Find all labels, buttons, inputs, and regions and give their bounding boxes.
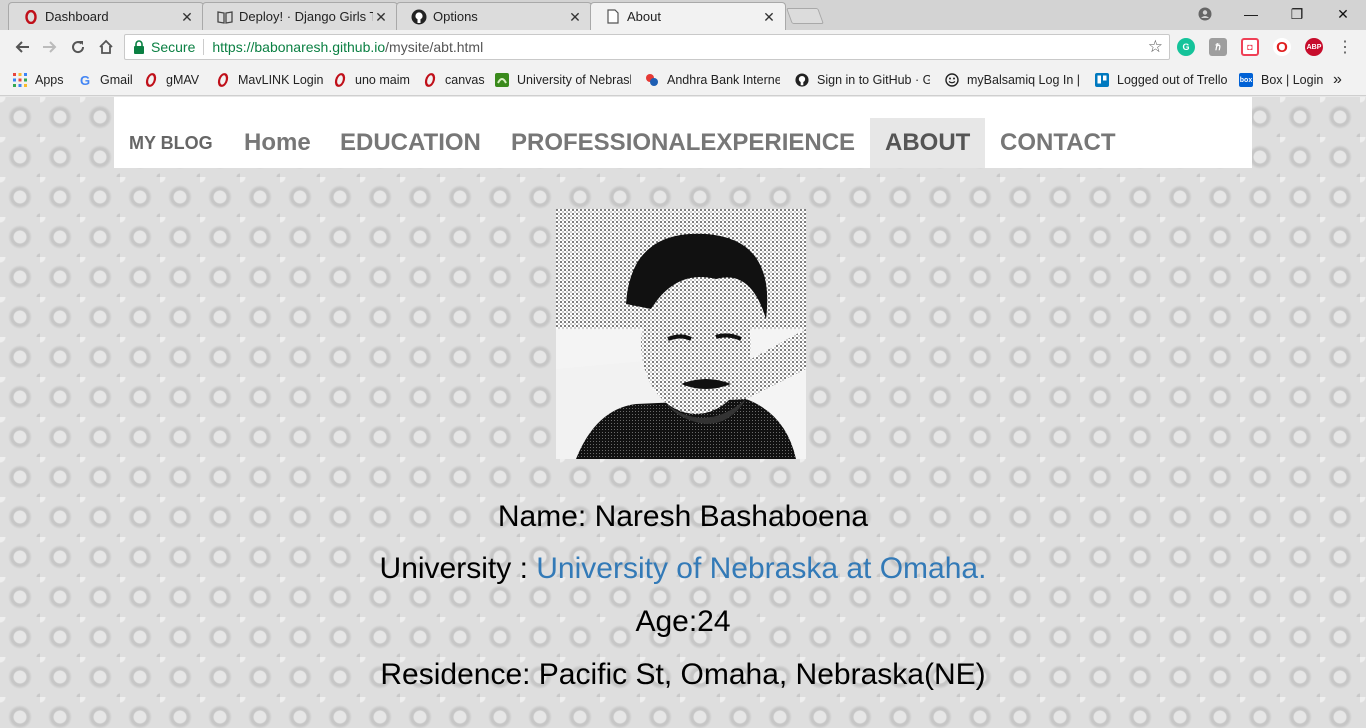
bookmark-label: MavLINK Login <box>238 73 324 87</box>
green-square-icon <box>495 73 509 87</box>
opera-o-icon <box>423 73 437 87</box>
tab-options[interactable]: Options ✕ <box>396 2 592 30</box>
bookmarks-bar: Apps G Gmail gMAV MavLINK Login uno maim… <box>0 64 1366 96</box>
bookmark-apps[interactable]: Apps <box>13 71 64 89</box>
home-button[interactable] <box>94 35 118 59</box>
box-icon: box <box>1239 73 1253 87</box>
bookmark-sign-in-github[interactable]: Sign in to GitHub · Gi <box>795 71 930 89</box>
bookmark-trello[interactable]: Logged out of Trello <box>1095 71 1228 89</box>
tab-dashboard[interactable]: Dashboard ✕ <box>8 2 204 30</box>
lock-icon <box>134 40 144 54</box>
nav-professional-experience[interactable]: PROFESSIONALEXPERIENCE <box>496 118 870 168</box>
opera-o-icon <box>333 73 347 87</box>
nav-home[interactable]: Home <box>229 118 326 168</box>
reload-button[interactable] <box>66 35 90 59</box>
close-icon[interactable]: ✕ <box>761 9 777 25</box>
nav-education[interactable]: EDUCATION <box>325 118 496 168</box>
bookmark-box-login[interactable]: box Box | Login <box>1239 71 1323 89</box>
nav-contact[interactable]: CONTACT <box>985 118 1131 168</box>
tab-title: Dashboard <box>45 9 109 24</box>
bookmarks-overflow-button[interactable]: » <box>1333 71 1342 89</box>
tab-title: Deploy! · Django Girls Tut <box>239 9 373 24</box>
profile-university: University : University of Nebraska at O… <box>0 552 1366 586</box>
bookmark-label: Logged out of Trello <box>1117 73 1228 87</box>
new-tab-button[interactable] <box>786 8 824 24</box>
bookmark-label: uno maim <box>355 73 410 87</box>
adblock-plus-extension-icon[interactable]: ABP <box>1305 38 1323 56</box>
close-window-button[interactable]: ✕ <box>1320 0 1366 28</box>
forward-arrow-icon <box>43 41 57 53</box>
nav-about[interactable]: ABOUT <box>870 118 986 168</box>
grammarly-extension-icon[interactable]: G <box>1177 38 1195 56</box>
bookmark-label: Sign in to GitHub · Gi <box>817 73 930 87</box>
browser-toolbar: Secure https://babonaresh.github.io/mysi… <box>0 30 1366 64</box>
secure-label: Secure <box>151 39 196 55</box>
apps-grid-icon <box>13 73 27 87</box>
url-host: https://babonaresh.github.io <box>212 39 386 55</box>
bookmark-label: University of Nebrask <box>517 73 631 87</box>
opera-o-icon <box>216 73 230 87</box>
close-icon[interactable]: ✕ <box>567 9 583 25</box>
minimize-button[interactable]: — <box>1228 0 1274 28</box>
university-link[interactable]: University of Nebraska at Omaha. <box>536 552 986 585</box>
tab-about[interactable]: About ✕ <box>590 2 786 30</box>
opera-o-icon <box>23 9 39 25</box>
profile-residence: Residence: Pacific St, Omaha, Nebraska(N… <box>380 658 986 691</box>
andhra-bank-icon <box>645 73 659 87</box>
back-arrow-icon <box>15 41 29 53</box>
address-bar[interactable]: Secure https://babonaresh.github.io/mysi… <box>124 34 1170 60</box>
url-path: /mysite/abt.html <box>385 39 484 55</box>
extension-puzzle-icon[interactable]: ℏ <box>1209 38 1227 56</box>
site-navbar: MY BLOG Home EDUCATION PROFESSIONALEXPER… <box>114 97 1252 168</box>
chrome-menu-icon[interactable]: ⋮ <box>1333 35 1357 59</box>
tab-strip: Dashboard ✕ Deploy! · Django Girls Tut ✕… <box>0 0 1366 30</box>
bookmark-mybalsamiq[interactable]: myBalsamiq Log In | <box>945 71 1082 89</box>
back-button[interactable] <box>10 35 34 59</box>
bookmark-mavlink-login[interactable]: MavLINK Login <box>216 71 323 89</box>
university-label: University : <box>379 552 537 585</box>
profile-age: Age:24 <box>635 605 731 638</box>
book-icon <box>217 9 233 25</box>
google-g-icon: G <box>79 72 91 88</box>
opera-extension-icon[interactable]: O <box>1273 38 1291 56</box>
site-brand[interactable]: MY BLOG <box>129 133 213 154</box>
bookmark-uno-maim[interactable]: uno maim <box>333 71 410 89</box>
bookmark-label: Apps <box>35 73 64 87</box>
close-icon[interactable]: ✕ <box>179 9 195 25</box>
smiley-icon <box>945 73 959 87</box>
close-icon[interactable]: ✕ <box>373 9 389 25</box>
tab-title: About <box>627 9 661 24</box>
reload-icon <box>72 41 85 54</box>
bookmark-label: canvas <box>445 73 485 87</box>
restore-button[interactable]: ❐ <box>1274 0 1320 28</box>
profile-name: Name: Naresh Bashaboena <box>497 500 869 533</box>
profile-photo <box>556 209 806 459</box>
bookmark-label: gMAV <box>166 73 200 87</box>
home-icon <box>99 39 113 54</box>
bookmark-canvas[interactable]: canvas <box>423 71 485 89</box>
pocket-extension-icon[interactable]: ◘ <box>1241 38 1259 56</box>
bookmark-star-icon[interactable]: ☆ <box>1148 37 1163 57</box>
address-separator <box>203 39 205 55</box>
opera-o-icon <box>144 73 158 87</box>
bookmark-label: Gmail <box>100 73 133 87</box>
bookmark-label: Box | Login <box>1261 73 1324 87</box>
bookmark-label: Andhra Bank Internet <box>667 73 780 87</box>
github-icon <box>411 9 427 25</box>
bookmark-andhra-bank[interactable]: Andhra Bank Internet <box>645 71 780 89</box>
github-icon <box>795 73 809 87</box>
page-icon <box>605 9 621 25</box>
bookmark-university-of-nebraska[interactable]: University of Nebrask <box>495 71 631 89</box>
tab-deploy-django-girls[interactable]: Deploy! · Django Girls Tut ✕ <box>202 2 398 30</box>
account-icon[interactable] <box>1182 0 1228 28</box>
page-content: MY BLOG Home EDUCATION PROFESSIONALEXPER… <box>0 97 1366 728</box>
tab-title: Options <box>433 9 478 24</box>
trello-icon <box>1095 73 1109 87</box>
bookmark-gmail[interactable]: G Gmail <box>78 71 133 89</box>
bookmark-label: myBalsamiq Log In | <box>967 73 1081 87</box>
forward-button[interactable] <box>38 35 62 59</box>
bookmark-gmav[interactable]: gMAV <box>144 71 199 89</box>
